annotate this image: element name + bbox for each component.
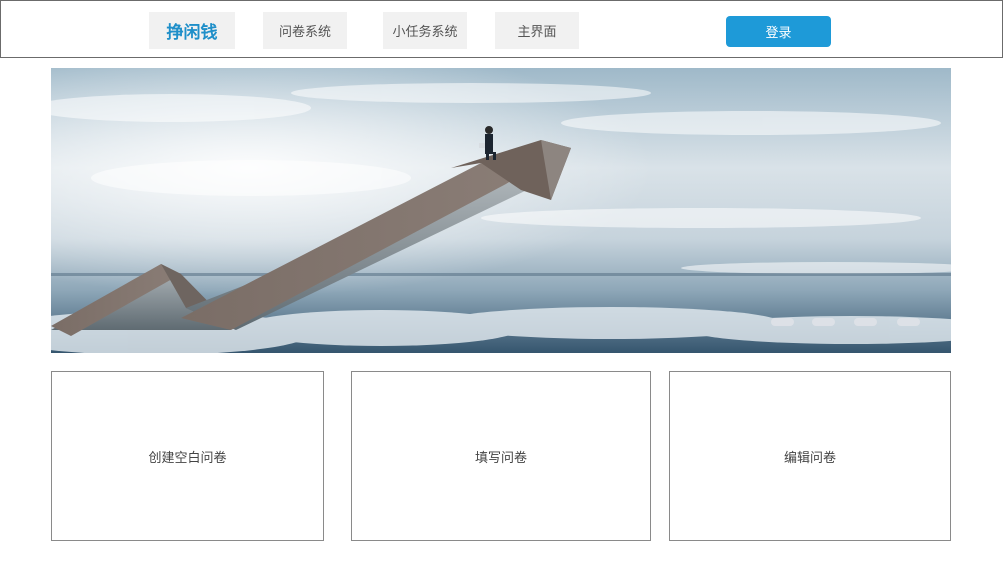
fill-survey-card[interactable]: 填写问卷 [351,371,651,541]
nav-small-task-system[interactable]: 小任务系统 [383,12,467,49]
fill-survey-label: 填写问卷 [474,450,527,466]
carousel-dot-1[interactable] [771,318,794,326]
create-blank-survey-card[interactable]: 创建空白问卷 [51,371,324,541]
login-button[interactable]: 登录 [726,16,831,47]
nav-main-page[interactable]: 主界面 [495,12,579,49]
nav-survey-system[interactable]: 问卷系统 [263,12,347,49]
carousel-dot-3[interactable] [854,318,877,326]
top-navigation-bar: 挣闲钱 问卷系统 小任务系统 主界面 登录 [0,0,1003,58]
edit-survey-label: 编辑问卷 [783,450,836,466]
carousel-dot-2[interactable] [812,318,835,326]
banner-image [51,68,951,353]
edit-survey-card[interactable]: 编辑问卷 [669,371,951,541]
create-blank-survey-label: 创建空白问卷 [148,450,227,466]
carousel-dot-4[interactable] [897,318,920,326]
brand-logo[interactable]: 挣闲钱 [149,12,235,49]
banner-carousel[interactable] [51,68,951,353]
